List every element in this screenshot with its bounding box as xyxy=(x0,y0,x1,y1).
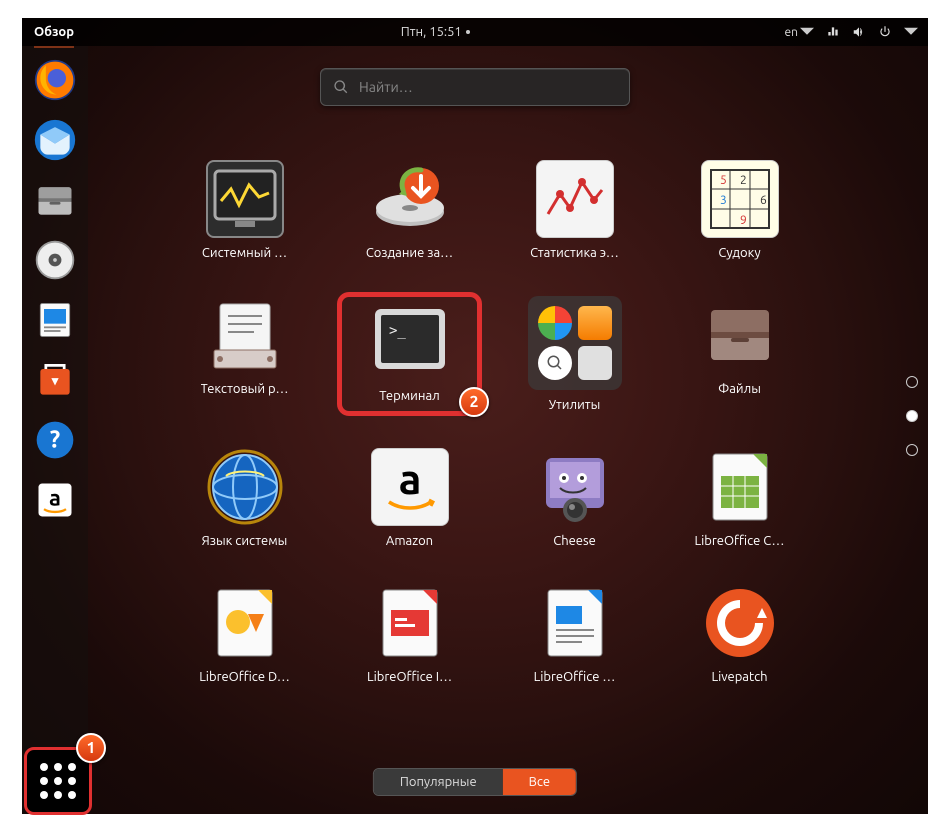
annotation-badge-2: 2 xyxy=(459,387,489,417)
page-dot[interactable] xyxy=(906,444,918,456)
sudoku-icon: 523 69 xyxy=(701,160,779,238)
libreoffice-calc-icon xyxy=(701,448,779,526)
files-icon xyxy=(701,296,779,374)
dock-app-thunderbird[interactable] xyxy=(31,116,79,164)
activities-button[interactable]: Обзор xyxy=(22,18,86,46)
power-icon xyxy=(878,25,892,39)
app-libreoffice-writer[interactable]: LibreOffice … xyxy=(502,580,647,688)
text-editor-icon xyxy=(206,296,284,374)
chevron-down-icon xyxy=(904,25,918,39)
app-folder-utilities[interactable]: Утилиты xyxy=(502,292,647,416)
svg-text:2: 2 xyxy=(740,174,747,187)
app-libreoffice-impress[interactable]: LibreOffice I… xyxy=(337,580,482,688)
page-indicator[interactable] xyxy=(906,376,918,456)
app-libreoffice-calc[interactable]: LibreOffice C… xyxy=(667,444,812,552)
svg-text:?: ? xyxy=(50,425,60,452)
livepatch-icon xyxy=(701,584,779,662)
chevron-down-icon xyxy=(800,25,814,39)
app-label: Создание за… xyxy=(366,246,453,260)
dock-app-libreoffice-writer[interactable] xyxy=(31,296,79,344)
svg-text:>_: >_ xyxy=(389,323,406,339)
screenshot-mini-icon xyxy=(578,346,612,380)
network-icon xyxy=(826,25,840,39)
terminal-icon: >_ xyxy=(371,303,449,381)
language-label: en xyxy=(785,26,798,39)
app-label: LibreOffice … xyxy=(534,670,616,684)
search-icon xyxy=(333,79,349,95)
startup-disk-icon xyxy=(371,160,449,238)
libreoffice-draw-icon xyxy=(206,584,284,662)
logs-mini-icon xyxy=(538,346,572,380)
clock[interactable]: Птн, 15:51 xyxy=(401,25,470,39)
app-label: Amazon xyxy=(386,534,433,548)
app-system-monitor[interactable]: Системный … xyxy=(172,156,317,264)
app-label: Текстовый р… xyxy=(201,382,289,396)
svg-text:5: 5 xyxy=(720,174,727,187)
dock-app-files[interactable] xyxy=(31,176,79,224)
view-switcher: Популярные Все xyxy=(373,768,577,796)
app-cheese[interactable]: Cheese xyxy=(502,444,647,552)
system-monitor-icon xyxy=(206,160,284,238)
app-label: Файлы xyxy=(718,382,761,396)
cheese-icon xyxy=(536,448,614,526)
dock-app-rhythmbox[interactable] xyxy=(31,236,79,284)
app-label: Терминал xyxy=(379,389,439,403)
apps-grid-icon xyxy=(40,763,76,799)
app-livepatch[interactable]: Livepatch xyxy=(667,580,812,688)
app-startup-disk-creator[interactable]: Создание за… xyxy=(337,156,482,264)
top-bar: Обзор Птн, 15:51 en xyxy=(22,18,928,46)
keyboard-layout-indicator[interactable]: en xyxy=(785,25,814,39)
app-label: LibreOffice C… xyxy=(695,534,785,548)
disks-mini-icon xyxy=(578,306,612,340)
dock: ? a xyxy=(22,46,88,814)
app-label: LibreOffice I… xyxy=(367,670,452,684)
page-dot[interactable] xyxy=(906,410,918,422)
svg-text:9: 9 xyxy=(740,214,747,227)
dock-app-firefox[interactable] xyxy=(31,56,79,104)
app-label: LibreOffice D… xyxy=(199,670,290,684)
app-sudoku[interactable]: 523 69 Судоку xyxy=(667,156,812,264)
svg-text:6: 6 xyxy=(760,194,767,207)
language-icon xyxy=(206,448,284,526)
app-label: Системный … xyxy=(202,246,287,260)
page-dot[interactable] xyxy=(906,376,918,388)
app-label: Судоку xyxy=(718,246,760,260)
svg-text:a: a xyxy=(49,486,61,511)
dock-app-help[interactable]: ? xyxy=(31,416,79,464)
clock-dot-icon xyxy=(466,30,470,34)
disk-usage-mini-icon xyxy=(538,306,572,340)
libreoffice-writer-icon xyxy=(536,584,614,662)
app-label: Язык системы xyxy=(202,534,288,548)
tab-all[interactable]: Все xyxy=(503,769,576,795)
tab-frequent[interactable]: Популярные xyxy=(374,769,503,795)
dock-app-amazon[interactable]: a xyxy=(31,476,79,524)
svg-text:a: a xyxy=(398,455,421,502)
app-label: Статистика э… xyxy=(530,246,619,260)
app-language-support[interactable]: Язык системы xyxy=(172,444,317,552)
app-terminal[interactable]: >_ Терминал 2 xyxy=(337,292,482,416)
app-amazon[interactable]: a Amazon xyxy=(337,444,482,552)
amazon-icon: a xyxy=(371,448,449,526)
svg-text:3: 3 xyxy=(720,194,727,207)
power-statistics-icon xyxy=(536,160,614,238)
app-label: Cheese xyxy=(553,534,596,548)
app-label: Livepatch xyxy=(711,670,767,684)
app-power-statistics[interactable]: Статистика э… xyxy=(502,156,647,264)
app-grid: Системный … Создание за… Статистика э… 5… xyxy=(172,156,812,688)
libreoffice-impress-icon xyxy=(371,584,449,662)
search-placeholder: Найти… xyxy=(359,79,413,95)
app-label: Утилиты xyxy=(549,398,601,412)
dock-app-ubuntu-software[interactable] xyxy=(31,356,79,404)
app-libreoffice-draw[interactable]: LibreOffice D… xyxy=(172,580,317,688)
search-input[interactable]: Найти… xyxy=(320,68,630,106)
desktop-activities-overview: Обзор Птн, 15:51 en xyxy=(22,18,928,814)
app-files[interactable]: Файлы xyxy=(667,292,812,416)
utilities-folder-icon xyxy=(528,296,622,390)
annotation-badge-1: 1 xyxy=(76,733,106,763)
clock-label: Птн, 15:51 xyxy=(401,25,462,39)
volume-icon xyxy=(852,25,866,39)
app-text-editor[interactable]: Текстовый р… xyxy=(172,292,317,416)
status-area[interactable]: en xyxy=(785,25,918,39)
